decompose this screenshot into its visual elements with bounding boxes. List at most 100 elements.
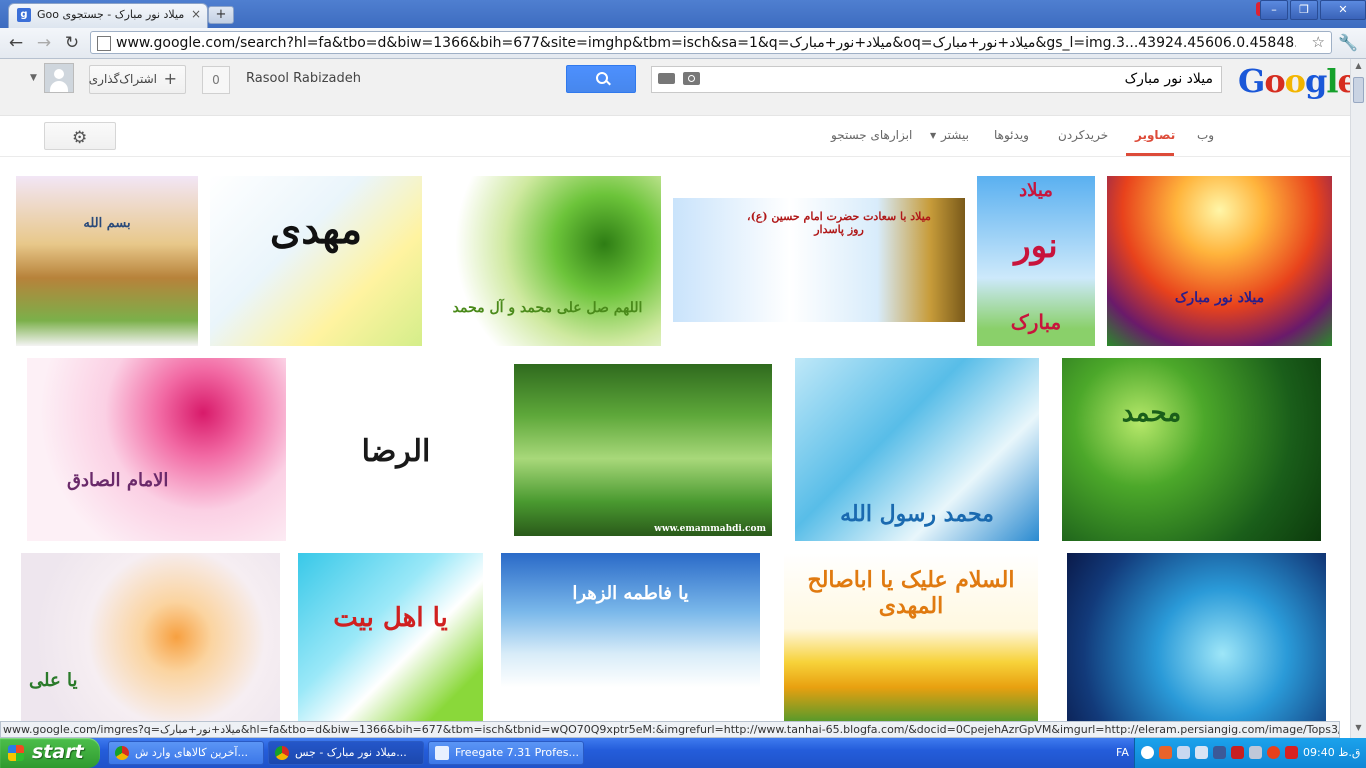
google-favicon-icon: g <box>17 8 31 22</box>
back-button[interactable]: ← <box>5 32 27 54</box>
image-caption: الرضا <box>361 434 431 469</box>
page-icon <box>97 36 111 51</box>
address-url[interactable]: www.google.com/search?hl=fa&tbo=d&biw=13… <box>116 35 1296 51</box>
image-result[interactable]: محمد رسول الله <box>795 358 1039 541</box>
start-button[interactable]: start <box>0 738 100 768</box>
image-result[interactable]: یا اهل بیت <box>298 553 483 721</box>
browser-toolbar: ← → ↻ www.google.com/search?hl=fa&tbo=d&… <box>0 28 1366 59</box>
start-label: start <box>32 741 84 763</box>
logo-letter: G <box>1238 62 1265 100</box>
new-tab-button[interactable]: + <box>208 6 234 24</box>
tray-arrow-icon[interactable] <box>1141 746 1154 759</box>
share-button[interactable]: اشتراک‌گذاری + <box>89 65 186 94</box>
image-caption: www.emammahdi.com <box>654 524 766 534</box>
scroll-down-icon[interactable]: ▼ <box>1353 723 1364 735</box>
taskbar-item-freegate[interactable]: Freegate 7.31 Profes... <box>428 741 584 765</box>
tab-title: میلاد نور مبارک - جستجوی Goo <box>37 8 185 21</box>
logo-letter: o <box>1284 62 1306 100</box>
chevron-down-icon[interactable]: ▼ <box>930 131 936 140</box>
logo-letter: l <box>1326 62 1338 100</box>
camera-icon[interactable] <box>683 72 700 85</box>
image-caption: اللهم صل علی محمد و آل محمد <box>452 300 643 316</box>
tray-alert-icon[interactable] <box>1267 746 1280 759</box>
tray-network-icon[interactable] <box>1177 746 1190 759</box>
image-caption: السلام علیک یا اباصالح المهدی <box>807 567 1015 619</box>
image-result[interactable]: الرضا <box>330 398 462 523</box>
scroll-up-icon[interactable]: ▲ <box>1353 61 1364 73</box>
tray-antivirus-icon[interactable] <box>1231 746 1244 759</box>
window-controls: – ❐ ✕ <box>1258 0 1366 20</box>
clock[interactable]: 09:40 ق.ظ <box>1303 746 1360 759</box>
google-logo[interactable]: Google <box>1238 62 1358 100</box>
image-result[interactable]: الامام الصادق <box>27 358 286 541</box>
image-caption: میلاد با سعادت حضرت امام حسین (ع)، روز پ… <box>747 210 931 236</box>
tray-facebook-icon[interactable] <box>1213 746 1226 759</box>
minimize-button[interactable]: – <box>1260 0 1288 20</box>
google-header: Google Rasool Rabizadeh 0 اشتراک‌گذاری +… <box>0 59 1358 116</box>
browser-tab[interactable]: g میلاد نور مبارک - جستجوی Goo × <box>8 3 208 28</box>
image-caption: الامام الصادق <box>67 470 169 491</box>
image-caption: یا علی <box>29 670 78 691</box>
close-window-button[interactable]: ✕ <box>1320 0 1366 20</box>
tab-search-tools[interactable]: ابزارهای جستجو <box>831 128 912 142</box>
image-caption: میلاد نور مبارک <box>1174 290 1265 306</box>
bookmark-star-icon[interactable]: ☆ <box>1312 33 1325 51</box>
search-button[interactable] <box>566 65 636 93</box>
forward-button[interactable]: → <box>33 32 55 54</box>
tab-images[interactable]: تصاویر <box>1135 128 1175 142</box>
taskbar-item-chrome-2[interactable]: میلاد نور مبارک - جس... <box>268 741 424 765</box>
image-result[interactable]: میلاد با سعادت حضرت امام حسین (ع)، روز پ… <box>673 198 965 322</box>
image-result[interactable]: اللهم صل علی محمد و آل محمد <box>434 176 661 346</box>
language-indicator[interactable]: FA <box>1116 746 1129 759</box>
tab-more[interactable]: بیشتر <box>941 128 969 142</box>
image-result[interactable]: www.emammahdi.com <box>514 364 772 536</box>
tray-shield-icon[interactable] <box>1159 746 1172 759</box>
search-box[interactable] <box>651 66 1222 93</box>
user-name[interactable]: Rasool Rabizadeh <box>246 71 361 86</box>
search-input[interactable] <box>731 70 1215 88</box>
settings-button[interactable]: ⚙ <box>44 122 116 150</box>
maximize-button[interactable]: ❐ <box>1290 0 1318 20</box>
taskbar-item-label: میلاد نور مبارک - جس... <box>295 746 407 759</box>
address-bar[interactable]: www.google.com/search?hl=fa&tbo=d&biw=13… <box>90 31 1332 54</box>
logo-letter: o <box>1264 62 1285 100</box>
browser-tab-strip: g میلاد نور مبارک - جستجوی Goo × + – ❐ ✕ <box>0 0 1366 28</box>
freegate-icon <box>435 746 449 760</box>
avatar[interactable] <box>44 63 74 93</box>
status-url-bubble: www.google.com/imgres?q=میلاد+نور+مبارک&… <box>0 721 1340 738</box>
image-result[interactable]: محمد <box>1062 358 1321 541</box>
tab-web[interactable]: وب <box>1197 128 1214 142</box>
tray-security-icon[interactable] <box>1249 746 1262 759</box>
image-result[interactable]: مهدی <box>210 176 422 346</box>
search-nav: وب تصاویر خریدکردن ویدئوها بیشتر ▼ ابزار… <box>0 116 1350 157</box>
image-caption: نور <box>1014 226 1058 266</box>
image-result[interactable]: میلاد نور مبارک <box>1107 176 1332 346</box>
image-result[interactable] <box>1067 553 1326 721</box>
logo-letter: g <box>1305 62 1327 100</box>
image-caption: مهدی <box>269 206 363 253</box>
image-result[interactable]: یا علی <box>21 553 280 721</box>
active-tab-indicator <box>1126 153 1174 156</box>
chevron-down-icon[interactable]: ▼ <box>30 73 37 83</box>
image-caption: یا فاطمه الزهرا <box>572 583 689 604</box>
notification-count[interactable]: 0 <box>202 66 230 94</box>
vertical-scrollbar[interactable]: ▲ ▼ <box>1350 59 1366 738</box>
image-result[interactable]: میلاد نور مبارک <box>977 176 1095 346</box>
taskbar-item-chrome-1[interactable]: آخرین کالاهای وارد ش... <box>108 741 264 765</box>
chrome-icon <box>115 746 129 760</box>
tab-close-icon[interactable]: × <box>191 7 201 21</box>
image-result[interactable]: یا فاطمه الزهرا <box>501 553 760 721</box>
image-result[interactable]: بسم الله <box>16 176 198 346</box>
gear-icon: ⚙ <box>72 128 88 148</box>
keyboard-icon[interactable] <box>658 73 675 84</box>
tab-videos[interactable]: ویدئوها <box>994 128 1029 142</box>
taskbar-item-label: Freegate 7.31 Profes... <box>455 746 579 759</box>
reload-button[interactable]: ↻ <box>61 32 83 54</box>
tray-volume-icon[interactable] <box>1195 746 1208 759</box>
scrollbar-thumb[interactable] <box>1353 77 1364 103</box>
tray-app-icon[interactable] <box>1285 746 1298 759</box>
tab-shopping[interactable]: خریدکردن <box>1058 128 1108 142</box>
wrench-menu-icon[interactable]: 🔧 <box>1338 33 1358 52</box>
image-result[interactable]: السلام علیک یا اباصالح المهدی <box>784 553 1038 721</box>
image-caption: بسم الله <box>83 216 131 231</box>
